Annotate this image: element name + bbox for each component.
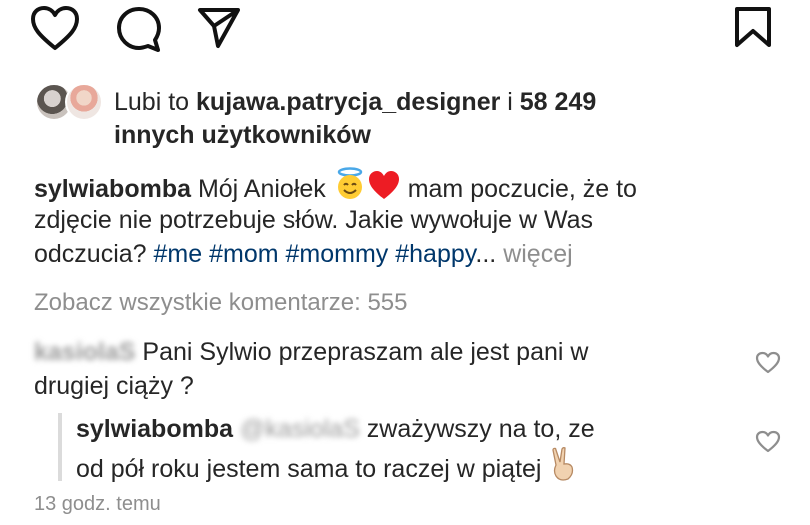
comment-like-heart-icon[interactable] xyxy=(755,351,781,375)
caption-text: Mój Aniołek xyxy=(191,175,333,203)
share-paper-plane-icon[interactable] xyxy=(196,6,242,50)
caption-hashtags[interactable]: #me #mom #mommy #happy xyxy=(154,240,476,268)
caption-line-3: odczucia? #me #mom #mommy #happy... więc… xyxy=(34,236,573,272)
comment-bubble-icon[interactable] xyxy=(114,4,164,54)
liked-by-avatars[interactable] xyxy=(35,83,105,123)
liked-by-username[interactable]: kujawa.patrycja_designer xyxy=(196,88,500,116)
comment-username[interactable]: kasiolaS xyxy=(34,334,135,370)
reply-thread-line xyxy=(58,413,62,481)
avatar xyxy=(65,83,103,121)
caption-ellipsis: ... xyxy=(475,240,497,268)
likes-others[interactable]: innych użytkowników xyxy=(114,117,371,153)
caption-line-2: zdjęcie nie potrzebuje słów. Jakie wywoł… xyxy=(34,206,594,234)
likes-prefix: Lubi to xyxy=(114,88,197,116)
caption-username[interactable]: sylwiabomba xyxy=(34,175,191,203)
reply-line-1: sylwiabomba @kasiolaS zważywszy na to, z… xyxy=(76,411,595,447)
like-heart-icon[interactable] xyxy=(29,4,81,52)
comment-text: Pani Sylwio przepraszam ale jest pani w xyxy=(142,338,589,366)
reply-like-heart-icon[interactable] xyxy=(755,430,781,454)
post-timestamp: 13 godz. temu xyxy=(34,493,161,515)
reply-text: zważywszy na to, ze xyxy=(359,415,595,443)
likes-count[interactable]: 58 249 xyxy=(520,88,596,116)
reply-mention[interactable]: @kasiolaS xyxy=(240,411,360,447)
reply-text: od pół roku jestem sama to raczej w piąt… xyxy=(76,455,549,483)
likes-middle: i xyxy=(500,88,520,116)
likes-summary: Lubi to kujawa.patrycja_designer i 58 24… xyxy=(114,84,794,120)
caption-text: mam poczucie, że to xyxy=(400,175,637,203)
bookmark-save-icon[interactable] xyxy=(732,6,774,48)
comment-line-1: kasiolaS Pani Sylwio przepraszam ale jes… xyxy=(34,334,588,370)
caption-more-link[interactable]: więcej xyxy=(496,240,572,268)
reply-line-2: od pół roku jestem sama to raczej w piąt… xyxy=(76,447,578,491)
caption-text: odczucia? xyxy=(34,240,154,268)
victory-hand-emoji-icon xyxy=(548,447,578,491)
view-all-comments-link[interactable]: Zobacz wszystkie komentarze: 555 xyxy=(34,285,408,321)
reply-username[interactable]: sylwiabomba xyxy=(76,415,233,443)
comment-line-2: drugiej ciąży ? xyxy=(34,372,194,400)
